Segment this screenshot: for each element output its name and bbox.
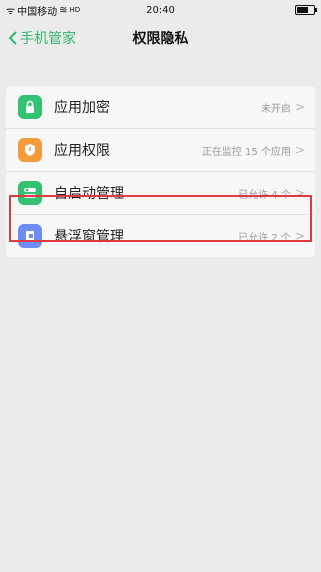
signal-icon: ᯤ	[6, 6, 16, 17]
toggle-icon	[18, 181, 42, 205]
item-status: 已允许 2 个	[238, 232, 291, 244]
chevron-right-icon: >	[294, 229, 305, 243]
settings-list: 应用加密 未开启 > 应用权限 正在监控 15 个应用 > 自启动管理 已允许 …	[6, 86, 315, 257]
item-label: 应用权限	[54, 143, 110, 159]
wifi-icon: ≋	[59, 4, 68, 16]
chevron-right-icon: >	[294, 186, 305, 200]
item-status: 正在监控 15 个应用	[201, 146, 291, 158]
battery-icon	[295, 5, 317, 15]
chevron-right-icon: >	[294, 100, 305, 114]
back-label: 手机管家	[20, 31, 76, 47]
item-label: 悬浮窗管理	[54, 229, 124, 245]
back-button[interactable]: 手机管家	[0, 28, 76, 48]
shield-icon	[18, 138, 42, 162]
status-left: ᯤ 中国移动 ≋ HD	[6, 3, 80, 18]
list-item-floating-window[interactable]: 悬浮窗管理 已允许 2 个 >	[6, 215, 315, 257]
lock-icon	[18, 95, 42, 119]
list-item-autostart[interactable]: 自启动管理 已允许 4 个 >	[6, 172, 315, 215]
chevron-left-icon	[8, 31, 17, 45]
status-right	[295, 5, 317, 15]
carrier-label: 中国移动	[17, 6, 58, 18]
item-label: 自启动管理	[54, 186, 124, 202]
list-item-app-permissions[interactable]: 应用权限 正在监控 15 个应用 >	[6, 129, 315, 172]
nav-bar: 手机管家 权限隐私	[0, 20, 321, 56]
volte-label: HD	[69, 6, 81, 14]
floating-window-icon	[18, 224, 42, 248]
list-item-app-lock[interactable]: 应用加密 未开启 >	[6, 86, 315, 129]
chevron-right-icon: >	[294, 143, 305, 157]
item-status: 未开启	[260, 103, 291, 115]
item-status: 已允许 4 个	[238, 189, 291, 201]
status-bar: ᯤ 中国移动 ≋ HD 20:40	[0, 0, 321, 20]
item-label: 应用加密	[54, 100, 110, 116]
